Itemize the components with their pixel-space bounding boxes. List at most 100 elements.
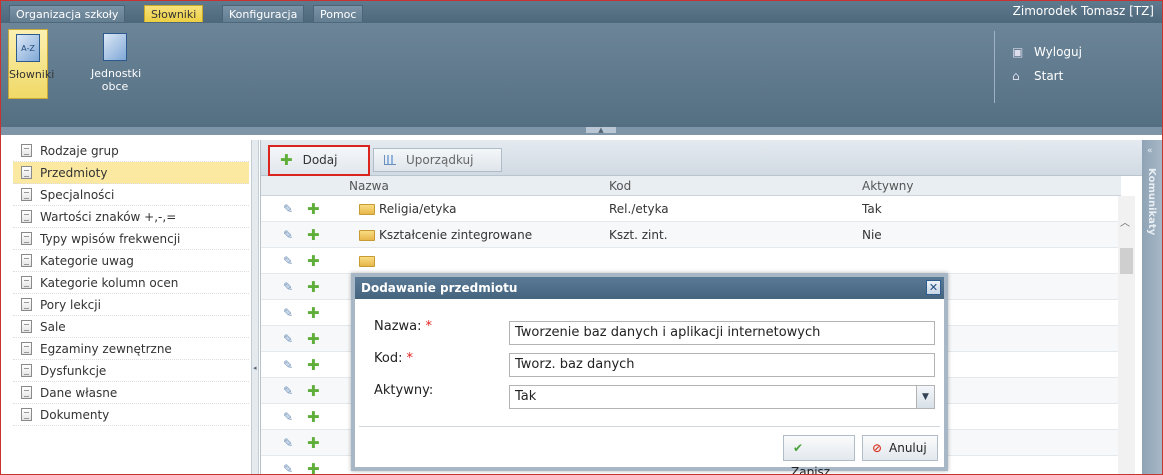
edit-icon[interactable]: ✎: [283, 222, 293, 248]
active-select[interactable]: Tak ▼: [509, 385, 935, 409]
add-child-icon[interactable]: ✚: [307, 196, 320, 222]
dialog-divider: [359, 426, 940, 427]
name-input[interactable]: Tworzenie baz danych i aplikacji interne…: [509, 321, 935, 345]
sidebar-item-dysfunkcje[interactable]: Dysfunkcje: [13, 360, 249, 382]
sidebar-item-label: Rodzaje grup: [40, 144, 119, 158]
sidebar-item-kategorie-uwag[interactable]: Kategorie uwag: [13, 250, 249, 272]
table-row[interactable]: ✎ ✚ Religia/etyka Rel./etyka Tak: [261, 196, 1121, 222]
document-icon: [21, 188, 32, 201]
sidebar-item-specjalnosci[interactable]: Specjalności: [13, 184, 249, 206]
dictionary-icon: A-Z: [16, 34, 40, 62]
edit-icon[interactable]: ✎: [283, 352, 293, 378]
sort-button-label: Uporządkuj: [406, 153, 474, 167]
scrollbar-thumb[interactable]: [1120, 248, 1133, 274]
add-child-icon[interactable]: ✚: [307, 378, 320, 404]
vertical-scrollbar[interactable]: ︿: [1118, 196, 1135, 474]
add-child-icon[interactable]: ✚: [307, 456, 320, 474]
edit-icon[interactable]: ✎: [283, 248, 293, 274]
code-input[interactable]: Tworz. baz danych: [509, 353, 935, 377]
sidebar-item-label: Specjalności: [40, 188, 115, 202]
cell-active: Tak: [862, 202, 882, 216]
document-icon: [21, 210, 32, 223]
chevron-left-icon: ◂: [253, 364, 257, 372]
cell-name: Kształcenie zintegrowane: [379, 228, 533, 242]
add-button[interactable]: ✚ Dodaj: [268, 145, 370, 176]
column-header-nazwa[interactable]: Nazwa: [349, 176, 389, 196]
sidebar-item-label: Typy wpisów frekwencji: [40, 232, 181, 246]
sidebar-item-typy-wpisow-frekwencji[interactable]: Typy wpisów frekwencji: [13, 228, 249, 250]
slowniki-button-label: Słowniki: [9, 68, 55, 81]
jednostki-obce-label: Jednostki obce: [91, 67, 142, 93]
chevron-left-icon[interactable]: «: [1147, 146, 1153, 156]
toolbar: ✚ Dodaj Uporządkuj: [261, 140, 1143, 176]
building-icon: [103, 33, 127, 61]
table-row[interactable]: ✎ ✚: [261, 248, 1121, 274]
collapse-ribbon-handle[interactable]: ▲: [586, 127, 616, 134]
chart-icon: [384, 155, 396, 165]
cell-name: Religia/etyka: [379, 202, 457, 216]
close-icon[interactable]: ✕: [926, 280, 941, 295]
required-marker: *: [406, 351, 413, 366]
tab-organizacja-szkoly[interactable]: Organizacja szkoły: [9, 5, 126, 22]
document-icon: [21, 298, 32, 311]
edit-icon[interactable]: ✎: [283, 274, 293, 300]
sidebar-item-pory-lekcji[interactable]: Pory lekcji: [13, 294, 249, 316]
add-child-icon[interactable]: ✚: [307, 300, 320, 326]
folder-icon: [359, 230, 375, 241]
add-child-icon[interactable]: ✚: [307, 248, 320, 274]
ribbon: A-Z Słowniki Jednostki obce ▣ Wyloguj ⌂ St…: [1, 23, 1162, 127]
folder-icon: [359, 204, 375, 215]
table-header: Nazwa Kod Aktywny: [261, 176, 1121, 196]
edit-icon[interactable]: ✎: [283, 326, 293, 352]
edit-icon[interactable]: ✎: [283, 404, 293, 430]
edit-icon[interactable]: ✎: [283, 300, 293, 326]
sidebar-item-egzaminy-zewnetrzne[interactable]: Egzaminy zewnętrzne: [13, 338, 249, 360]
jednostki-obce-button[interactable]: Jednostki obce: [87, 29, 143, 115]
add-child-icon[interactable]: ✚: [307, 326, 320, 352]
document-icon: [21, 386, 32, 399]
panel-splitter[interactable]: ◂: [251, 140, 259, 474]
save-button-label: Zapisz: [791, 465, 831, 475]
messages-side-panel[interactable]: « Komunikaty: [1142, 140, 1162, 474]
add-child-icon[interactable]: ✚: [307, 222, 320, 248]
sidebar-item-dane-wlasne[interactable]: Dane własne: [13, 382, 249, 404]
chevron-down-icon[interactable]: ▼: [916, 386, 934, 408]
table-row[interactable]: ✎ ✚ Kształcenie zintegrowane Kszt. zint.…: [261, 222, 1121, 248]
sidebar-item-rodzaje-grup[interactable]: Rodzaje grup: [13, 140, 249, 162]
sidebar-item-przedmioty[interactable]: Przedmioty: [13, 162, 249, 184]
start-label: Start: [1034, 69, 1064, 83]
add-child-icon[interactable]: ✚: [307, 430, 320, 456]
folder-icon: [359, 256, 375, 267]
edit-icon[interactable]: ✎: [283, 430, 293, 456]
sort-button[interactable]: Uporządkuj: [373, 148, 502, 172]
lock-icon: ▣: [1012, 45, 1024, 59]
checkmark-icon: ✔: [792, 441, 804, 455]
active-select-value: Tak: [515, 389, 537, 404]
edit-icon[interactable]: ✎: [283, 378, 293, 404]
sidebar-item-label: Dane własne: [40, 386, 118, 400]
chevron-up-icon[interactable]: ︿: [1120, 214, 1130, 229]
sidebar-item-label: Sale: [40, 320, 66, 334]
add-child-icon[interactable]: ✚: [307, 274, 320, 300]
cancel-button[interactable]: ⊘ Anuluj: [862, 435, 938, 461]
column-header-aktywny[interactable]: Aktywny: [862, 176, 914, 196]
save-button[interactable]: ✔ Zapisz: [783, 435, 855, 474]
tab-pomoc[interactable]: Pomoc: [313, 5, 364, 22]
edit-icon[interactable]: ✎: [283, 456, 293, 474]
wyloguj-link[interactable]: ▣ Wyloguj: [1012, 45, 1082, 59]
sidebar-item-dokumenty[interactable]: Dokumenty: [13, 404, 249, 426]
sidebar-item-sale[interactable]: Sale: [13, 316, 249, 338]
edit-icon[interactable]: ✎: [283, 196, 293, 222]
start-link[interactable]: ⌂ Start: [1012, 69, 1063, 83]
slowniki-button[interactable]: A-Z Słowniki: [8, 29, 55, 99]
sidebar-item-label: Dokumenty: [40, 408, 110, 422]
tab-konfiguracja[interactable]: Konfiguracja: [222, 5, 305, 22]
sidebar-item-kategorie-kolumn-ocen[interactable]: Kategorie kolumn ocen: [13, 272, 249, 294]
add-child-icon[interactable]: ✚: [307, 352, 320, 378]
cell-code: Rel./etyka: [609, 202, 669, 216]
tab-slowniki[interactable]: Słowniki: [144, 5, 204, 22]
sidebar-item-wartosci-znakow[interactable]: Wartości znaków +,-,=: [13, 206, 249, 228]
add-child-icon[interactable]: ✚: [307, 404, 320, 430]
column-header-kod[interactable]: Kod: [609, 176, 631, 196]
sidebar-item-label: Egzaminy zewnętrzne: [40, 342, 172, 356]
